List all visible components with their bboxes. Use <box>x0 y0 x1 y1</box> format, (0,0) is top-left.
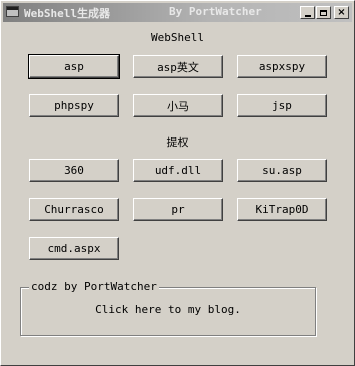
minimize-button[interactable] <box>300 6 315 19</box>
privilege-heading: 提权 <box>166 136 189 149</box>
su-asp-button[interactable]: su.asp <box>237 159 327 182</box>
jsp-button[interactable]: jsp <box>237 94 327 117</box>
webshell-heading: WebShell <box>151 31 204 44</box>
maximize-icon <box>320 9 327 16</box>
xiaoma-button[interactable]: 小马 <box>133 94 223 117</box>
close-icon: × <box>337 6 346 18</box>
window-icon[interactable] <box>6 6 19 17</box>
asp-english-button[interactable]: asp英文 <box>133 55 223 78</box>
credits-groupbox: codz by PortWatcher Click here to my blo… <box>20 280 316 336</box>
asp-button[interactable]: asp <box>28 54 120 79</box>
kitrap0d-button[interactable]: KiTrap0D <box>237 198 327 221</box>
pr-button[interactable]: pr <box>133 198 223 221</box>
maximize-button[interactable] <box>316 6 331 19</box>
aspxspy-button[interactable]: aspxspy <box>237 55 327 78</box>
360-button[interactable]: 360 <box>29 159 119 182</box>
groupbox-title: codz by PortWatcher <box>29 280 159 293</box>
blog-link[interactable]: Click here to my blog. <box>21 303 315 316</box>
phpspy-button[interactable]: phpspy <box>29 94 119 117</box>
window-title: WebShell生成器 <box>24 7 110 20</box>
window-credit: By PortWatcher <box>169 5 262 18</box>
title-bar[interactable]: WebShell生成器 By PortWatcher × <box>3 3 352 22</box>
close-button[interactable]: × <box>334 6 349 19</box>
churrasco-button[interactable]: Churrasco <box>29 198 119 221</box>
minimize-icon <box>304 14 311 17</box>
cmd-aspx-button[interactable]: cmd.aspx <box>29 237 119 260</box>
main-window: WebShell生成器 By PortWatcher × WebShell as… <box>0 0 355 366</box>
udf-dll-button[interactable]: udf.dll <box>133 159 223 182</box>
